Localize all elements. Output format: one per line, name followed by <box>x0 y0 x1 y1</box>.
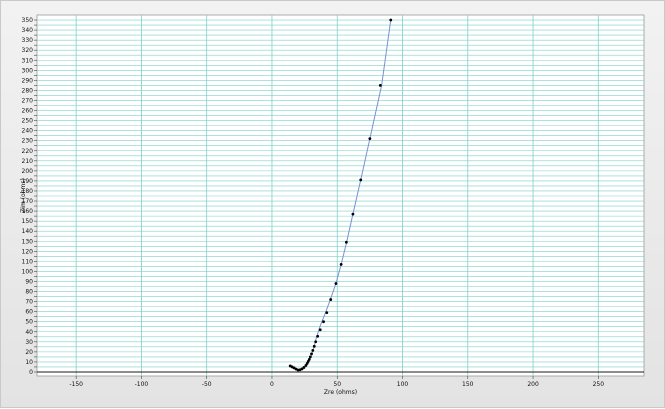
data-point <box>351 212 355 216</box>
y-tick-label: 50 <box>25 319 33 326</box>
y-tick-label: 300 <box>22 67 34 74</box>
x-axis-ticks: -150 -100 -50 0 50 100 150 200 250 <box>69 376 604 388</box>
x-tick-label: 250 <box>593 381 605 388</box>
data-point <box>314 340 318 344</box>
data-point <box>334 282 338 285</box>
x-tick-label: 100 <box>397 381 409 388</box>
x-tick-label: 50 <box>333 381 341 388</box>
data-point <box>329 298 333 301</box>
y-tick-label: 230 <box>22 138 34 145</box>
x-tick-label: -150 <box>69 381 83 388</box>
x-tick-label: 0 <box>270 381 274 388</box>
y-tick-label: 270 <box>22 97 34 104</box>
y-tick-label: 120 <box>22 248 34 255</box>
y-axis-label: Zim (ohms) <box>20 178 27 213</box>
chart-frame: -150 -100 -50 0 50 100 150 200 250 0 10 20 30 40 50 60… <box>0 0 665 408</box>
y-tick-label: 20 <box>25 349 33 356</box>
y-tick-label: 60 <box>25 309 33 316</box>
y-tick-label: 30 <box>25 339 33 346</box>
data-point <box>312 344 316 348</box>
data-point <box>318 328 322 332</box>
y-tick-label: 70 <box>25 299 33 306</box>
nyquist-chart: -150 -100 -50 0 50 100 150 200 250 0 10 20 30 40 50 60… <box>20 14 645 396</box>
y-tick-label: 220 <box>22 148 34 155</box>
y-tick-label: 130 <box>22 238 34 245</box>
y-tick-label: 250 <box>22 118 34 125</box>
y-tick-label: 320 <box>22 47 34 54</box>
data-point <box>368 137 372 141</box>
y-tick-label: 350 <box>22 17 34 24</box>
y-tick-label: 210 <box>22 158 34 165</box>
y-tick-label: 40 <box>25 329 33 336</box>
y-tick-label: 0 <box>29 369 33 376</box>
y-tick-label: 10 <box>25 359 33 366</box>
x-tick-label: 200 <box>527 381 539 388</box>
data-point <box>308 355 312 359</box>
y-tick-label: 290 <box>22 77 34 84</box>
data-point <box>302 366 306 369</box>
data-point <box>378 83 382 87</box>
data-point <box>344 240 348 244</box>
y-tick-label: 240 <box>22 128 34 135</box>
x-tick-label: 150 <box>462 381 474 388</box>
y-tick-label: 280 <box>22 87 34 94</box>
data-point <box>322 320 325 324</box>
data-point <box>325 311 329 315</box>
data-point <box>389 18 393 22</box>
y-tick-label: 150 <box>22 218 34 225</box>
y-tick-label: 90 <box>25 278 33 285</box>
x-tick-label: -50 <box>202 381 212 388</box>
y-tick-label: 200 <box>22 168 34 175</box>
y-tick-label: 310 <box>22 57 34 64</box>
data-point <box>310 352 313 356</box>
y-tick-label: 330 <box>22 37 34 44</box>
y-tick-label: 140 <box>22 228 34 235</box>
y-tick-label: 110 <box>22 258 34 265</box>
x-tick-label: -100 <box>135 381 149 388</box>
data-point <box>307 358 311 361</box>
y-tick-label: 340 <box>22 27 34 34</box>
y-tick-label: 80 <box>25 289 33 296</box>
y-tick-label: 100 <box>22 268 34 275</box>
data-point <box>359 178 363 182</box>
data-point <box>311 348 315 352</box>
data-point <box>316 334 320 338</box>
x-axis-label: Zre (ohms) <box>324 389 357 396</box>
data-point <box>339 262 343 266</box>
y-tick-label: 260 <box>22 108 34 115</box>
